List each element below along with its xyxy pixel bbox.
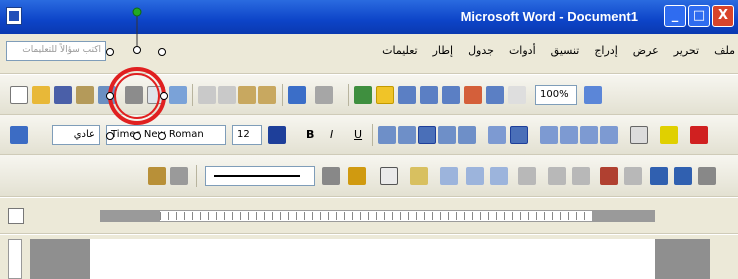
tables-borders-icon[interactable]: [376, 86, 394, 104]
cut-icon[interactable]: [198, 86, 216, 104]
menu-items: ملف تحرير عرض إدراج تنسيق أدوات جدول إطا…: [360, 44, 735, 57]
merge-cells-icon[interactable]: [466, 167, 484, 185]
document-area: [0, 235, 738, 279]
page-margin-right: [655, 239, 710, 279]
ask-question-box[interactable]: اكتب سؤالاً للتعليمات: [6, 41, 106, 61]
font-select[interactable]: Times New Roman: [106, 125, 226, 145]
font-color-icon[interactable]: [690, 126, 708, 144]
insert-excel-icon[interactable]: [420, 86, 438, 104]
italic-button[interactable]: I: [330, 128, 333, 141]
align-left-icon[interactable]: [378, 126, 396, 144]
format-painter-icon[interactable]: [258, 86, 276, 104]
insert-table-icon[interactable]: [398, 86, 416, 104]
spelling-icon[interactable]: [169, 86, 187, 104]
ruler-right-margin[interactable]: [592, 210, 655, 222]
page-margin-left: [30, 239, 90, 279]
print-preview-icon[interactable]: [147, 86, 165, 104]
horizontal-ruler: [0, 198, 738, 234]
justify-icon[interactable]: [438, 126, 456, 144]
increase-indent-icon[interactable]: [600, 126, 618, 144]
distribute-rows-icon[interactable]: [548, 167, 566, 185]
outside-borders-icon[interactable]: [380, 167, 398, 185]
tab-selector-icon[interactable]: [8, 208, 24, 224]
email-icon[interactable]: [98, 86, 116, 104]
border-color-icon[interactable]: [348, 167, 366, 185]
rtl-direction-icon[interactable]: [510, 126, 528, 144]
formatting-toolbar: عادي Times New Roman 12 B I U: [0, 115, 738, 155]
menu-insert[interactable]: إدراج: [594, 44, 617, 57]
document-page[interactable]: [30, 239, 710, 279]
menu-window[interactable]: إطار: [433, 44, 453, 57]
ltr-direction-icon[interactable]: [488, 126, 506, 144]
show-gridlines-icon[interactable]: [624, 167, 642, 185]
menu-view[interactable]: عرض: [633, 44, 659, 57]
help-icon[interactable]: [584, 86, 602, 104]
window-title: Microsoft Word - Document1: [460, 9, 638, 24]
sort-ascending-icon[interactable]: [650, 167, 668, 185]
font-color-grow-icon[interactable]: [268, 126, 286, 144]
undo-icon[interactable]: [288, 86, 306, 104]
borders-icon[interactable]: [630, 126, 648, 144]
paste-icon[interactable]: [238, 86, 256, 104]
align-center-icon[interactable]: [398, 126, 416, 144]
vertical-ruler: [8, 239, 22, 279]
split-cells-icon[interactable]: [490, 167, 508, 185]
zoom-select[interactable]: 100%: [535, 85, 577, 105]
distribute-columns-icon[interactable]: [572, 167, 590, 185]
standard-toolbar: 100%: [0, 75, 738, 115]
bullets-icon[interactable]: [560, 126, 578, 144]
pen-icon[interactable]: [148, 167, 166, 185]
maximize-button[interactable]: □: [688, 5, 710, 27]
redo-icon[interactable]: [315, 86, 333, 104]
eraser-icon[interactable]: [170, 167, 188, 185]
minimize-button[interactable]: _: [664, 5, 686, 27]
menu-help[interactable]: تعليمات: [382, 44, 417, 57]
table-autoformat-icon[interactable]: [600, 167, 618, 185]
show-hide-icon[interactable]: [508, 86, 526, 104]
columns-icon[interactable]: [442, 86, 460, 104]
permission-icon[interactable]: [76, 86, 94, 104]
copy-icon[interactable]: [218, 86, 236, 104]
styles-formatting-icon[interactable]: [10, 126, 28, 144]
ruler-ticks: [160, 212, 590, 220]
print-icon[interactable]: [125, 86, 143, 104]
sort-descending-icon[interactable]: [674, 167, 692, 185]
menu-tools[interactable]: أدوات: [509, 44, 536, 57]
highlight-icon[interactable]: [660, 126, 678, 144]
menu-bar: اكتب سؤالاً للتعليمات ملف تحرير عرض إدرا…: [0, 34, 738, 74]
drawing-icon[interactable]: [464, 86, 482, 104]
new-document-icon[interactable]: [10, 86, 28, 104]
title-bar: Microsoft Word - Document1 _ □ X: [0, 0, 738, 34]
font-size-select[interactable]: 12: [232, 125, 262, 145]
insert-table-grid-icon[interactable]: [440, 167, 458, 185]
document-map-icon[interactable]: [486, 86, 504, 104]
shading-color-icon[interactable]: [410, 167, 428, 185]
line-style-select[interactable]: [205, 166, 315, 186]
align-right-icon[interactable]: [418, 126, 436, 144]
menu-format[interactable]: تنسيق: [551, 44, 580, 57]
menu-table[interactable]: جدول: [468, 44, 494, 57]
close-button[interactable]: X: [712, 5, 734, 27]
save-icon[interactable]: [54, 86, 72, 104]
ruler-left-margin[interactable]: [100, 210, 160, 222]
line-weight-icon[interactable]: [322, 167, 340, 185]
menu-edit[interactable]: تحرير: [674, 44, 699, 57]
open-folder-icon[interactable]: [32, 86, 50, 104]
hyperlink-icon[interactable]: [354, 86, 372, 104]
align-cell-icon[interactable]: [518, 167, 536, 185]
bold-button[interactable]: B: [306, 128, 314, 141]
autosum-icon[interactable]: [698, 167, 716, 185]
line-spacing-icon[interactable]: [458, 126, 476, 144]
word-app-icon[interactable]: [6, 7, 22, 25]
drawing-toolbar: [0, 155, 738, 197]
style-select[interactable]: عادي: [52, 125, 100, 145]
underline-button[interactable]: U: [354, 128, 362, 141]
decrease-indent-icon[interactable]: [580, 126, 598, 144]
numbering-icon[interactable]: [540, 126, 558, 144]
menu-file[interactable]: ملف: [714, 44, 735, 57]
